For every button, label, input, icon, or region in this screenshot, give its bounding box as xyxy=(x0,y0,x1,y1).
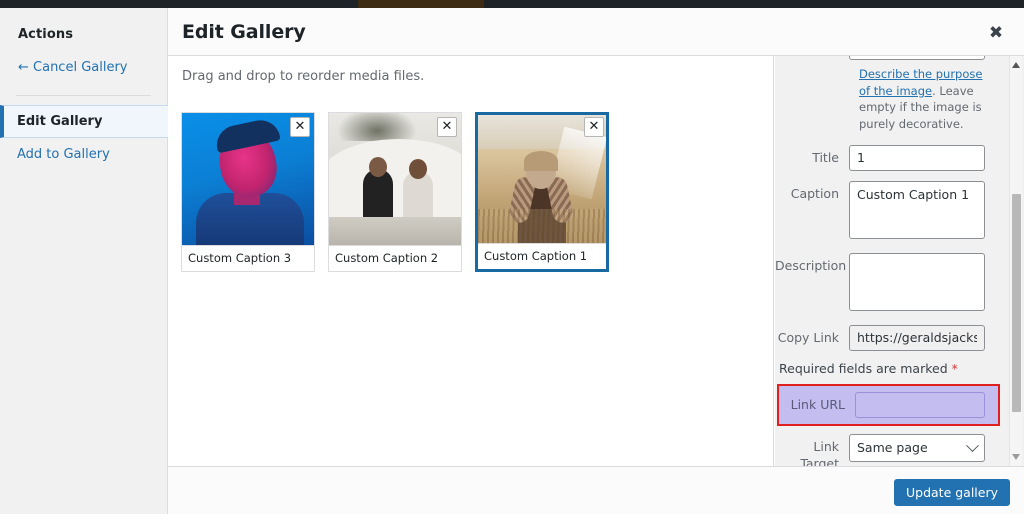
details-scrollbar[interactable] xyxy=(1009,56,1022,466)
edit-gallery-modal: Edit Gallery ✖ Drag and drop to reorder … xyxy=(168,8,1024,514)
alt-text-input[interactable] xyxy=(849,56,985,60)
link-url-input[interactable] xyxy=(855,391,985,418)
link-target-select[interactable]: Same pageNew page xyxy=(849,433,985,462)
admin-bar xyxy=(0,0,1024,8)
sidebar-item-edit-gallery[interactable]: Edit Gallery xyxy=(0,105,169,138)
link-url-label: Link URL xyxy=(790,396,845,412)
update-gallery-button[interactable]: Update gallery xyxy=(893,479,1010,506)
sidebar-cancel-gallery[interactable]: ← Cancel Gallery xyxy=(0,42,167,83)
sidebar: Actions ← Cancel Gallery Edit Gallery Ad… xyxy=(0,8,169,514)
gallery-item-caption: Custom Caption 3 xyxy=(182,245,314,271)
sidebar-item-label: Add to Gallery xyxy=(17,147,110,162)
gallery-item-caption: Custom Caption 1 xyxy=(478,243,606,269)
gallery-item-selected[interactable]: ✕ Custom Caption 1 xyxy=(475,112,609,272)
copy-link-label: Copy Link xyxy=(777,329,839,345)
copy-link-input[interactable] xyxy=(849,324,985,351)
scroll-down-icon[interactable] xyxy=(1012,454,1020,460)
description-label: Description xyxy=(775,257,847,273)
description-textarea[interactable] xyxy=(849,252,985,311)
admin-bar-active-tab xyxy=(358,0,484,8)
gallery-item[interactable]: ✕ Custom Caption 2 xyxy=(328,112,462,272)
link-url-focus-highlight: Link URL xyxy=(777,383,1000,426)
sidebar-item-add-to-gallery[interactable]: Add to Gallery xyxy=(0,138,167,171)
title-label: Title xyxy=(812,149,839,165)
remove-icon[interactable]: ✕ xyxy=(290,117,310,137)
drag-drop-hint: Drag and drop to reorder media files. xyxy=(182,69,425,84)
title-row: Title xyxy=(775,144,1008,171)
gallery-thumbnail-list: ✕ Custom Caption 3 ✕ Custom Caption 2 ✕ … xyxy=(168,84,773,272)
caption-textarea[interactable] xyxy=(849,180,985,239)
copy-link-row: Copy Link xyxy=(775,324,1008,351)
attachment-details-pane: Alt Text Describe the purpose of the ima… xyxy=(775,56,1024,466)
sidebar-heading: Actions xyxy=(18,27,74,42)
modal-footer: Update gallery xyxy=(168,466,1024,514)
modal-title-bar: Edit Gallery ✖ xyxy=(168,8,1024,56)
required-asterisk: * xyxy=(951,360,958,376)
scroll-up-icon[interactable] xyxy=(1012,62,1020,68)
gallery-pane: Drag and drop to reorder media files. ✕ … xyxy=(168,56,774,466)
link-target-row: Link Target Same pageNew page xyxy=(775,433,1008,466)
link-target-label: Link Target xyxy=(800,438,839,466)
alt-text-helper: Describe the purpose of the image. Leave… xyxy=(859,66,995,133)
description-row: Description xyxy=(775,252,1008,315)
title-input[interactable] xyxy=(849,144,985,171)
remove-icon[interactable]: ✕ xyxy=(584,117,604,137)
gallery-item[interactable]: ✕ Custom Caption 3 xyxy=(181,112,315,272)
caption-row: Caption xyxy=(775,180,1008,243)
modal-body: Drag and drop to reorder media files. ✕ … xyxy=(168,56,1024,466)
scrollbar-thumb[interactable] xyxy=(1012,194,1021,412)
screen: Actions ← Cancel Gallery Edit Gallery Ad… xyxy=(0,0,1024,514)
close-icon[interactable]: ✖ xyxy=(983,20,1009,46)
sidebar-item-label: Edit Gallery xyxy=(17,114,103,129)
remove-icon[interactable]: ✕ xyxy=(437,117,457,137)
caption-label: Caption xyxy=(790,185,839,201)
required-fields-text: Required fields are marked xyxy=(779,360,952,376)
required-fields-note: Required fields are marked * xyxy=(779,361,1008,376)
page-title: Edit Gallery xyxy=(182,21,306,43)
alt-text-row: Alt Text xyxy=(775,56,1008,60)
gallery-item-caption: Custom Caption 2 xyxy=(329,245,461,271)
